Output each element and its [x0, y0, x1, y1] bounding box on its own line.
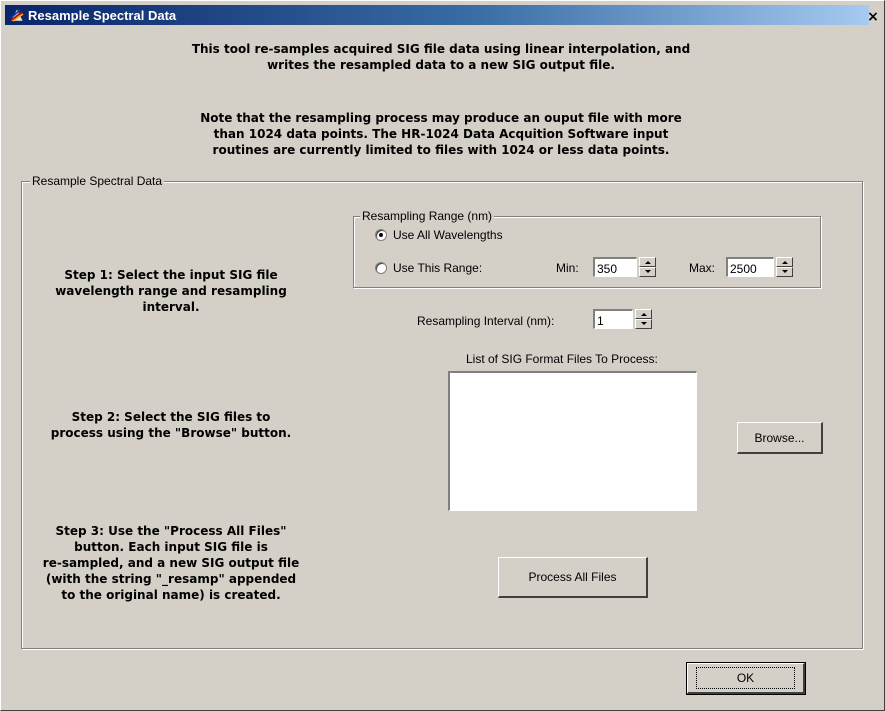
step-3-line: Step 3: Use the "Process All Files"	[55, 524, 287, 538]
spectrum-app-icon	[10, 8, 24, 22]
browse-button[interactable]: Browse...	[737, 422, 823, 454]
radio-checked-icon[interactable]	[375, 229, 387, 241]
intro-line-1: This tool re-samples acquired SIG file d…	[191, 42, 691, 56]
step-2-line: Step 2: Select the SIG files to	[71, 410, 271, 424]
range-group-legend: Resampling Range (nm)	[360, 209, 495, 223]
resampling-interval-label: Resampling Interval (nm):	[417, 314, 555, 328]
use-this-range-radio[interactable]: Use This Range:	[375, 261, 482, 275]
step-1-text: Step 1: Select the input SIG file wavele…	[51, 267, 291, 315]
note-line-1: Note that the resampling process may pro…	[200, 111, 682, 125]
min-spinner	[593, 257, 656, 277]
interval-spinner	[593, 309, 652, 329]
step-3-line: button. Each input SIG file is	[74, 540, 268, 554]
dialog-window: Resample Spectral Data × This tool re-sa…	[0, 0, 885, 711]
intro-line-2: writes the resampled data to a new SIG o…	[267, 58, 615, 72]
spin-up-icon[interactable]	[639, 257, 656, 267]
spin-up-icon[interactable]	[635, 309, 652, 319]
max-input[interactable]	[726, 257, 774, 277]
step-3-text: Step 3: Use the "Process All Files" butt…	[31, 523, 311, 603]
step-2-text: Step 2: Select the SIG files to process …	[41, 409, 301, 441]
title-bar: Resample Spectral Data	[5, 5, 869, 25]
close-icon[interactable]: ×	[866, 10, 880, 24]
ok-button-label: OK	[695, 667, 796, 689]
intro-text: This tool re-samples acquired SIG file d…	[141, 41, 741, 73]
min-input[interactable]	[593, 257, 637, 277]
step-3-line: (with the string "_resamp" appended	[45, 572, 297, 586]
step-1-line: interval.	[142, 300, 200, 314]
use-all-wavelengths-label: Use All Wavelengths	[393, 228, 503, 242]
spin-up-icon[interactable]	[776, 257, 793, 267]
resampling-range-group: Resampling Range (nm)	[353, 209, 821, 288]
spin-down-icon[interactable]	[776, 267, 793, 277]
file-list-label: List of SIG Format Files To Process:	[466, 352, 658, 366]
sig-file-list[interactable]	[448, 371, 697, 511]
spin-down-icon[interactable]	[635, 319, 652, 329]
radio-unchecked-icon[interactable]	[375, 262, 387, 274]
use-all-wavelengths-radio[interactable]: Use All Wavelengths	[375, 228, 503, 242]
step-3-line: re-sampled, and a new SIG output file	[42, 556, 300, 570]
use-this-range-label: Use This Range:	[393, 261, 483, 275]
step-1-line: wavelength range and resampling	[55, 284, 287, 298]
step-1-line: Step 1: Select the input SIG file	[64, 268, 278, 282]
note-line-3: routines are currently limited to files …	[212, 143, 670, 157]
step-3-line: to the original name) is created.	[61, 588, 281, 602]
step-2-line: process using the "Browse" button.	[50, 426, 292, 440]
note-line-2: than 1024 data points. The HR-1024 Data …	[213, 127, 669, 141]
interval-input[interactable]	[593, 309, 633, 329]
resample-group-legend: Resample Spectral Data	[30, 174, 165, 188]
max-spin-buttons	[776, 257, 793, 277]
window-title: Resample Spectral Data	[28, 7, 177, 23]
ok-button[interactable]: OK	[686, 662, 806, 695]
min-label: Min:	[556, 261, 579, 275]
interval-spin-buttons	[635, 309, 652, 329]
max-label: Max:	[689, 261, 716, 275]
process-all-files-button[interactable]: Process All Files	[498, 557, 648, 598]
max-spinner	[726, 257, 793, 277]
intro-note: Note that the resampling process may pro…	[141, 110, 741, 158]
min-spin-buttons	[639, 257, 656, 277]
spin-down-icon[interactable]	[639, 267, 656, 277]
